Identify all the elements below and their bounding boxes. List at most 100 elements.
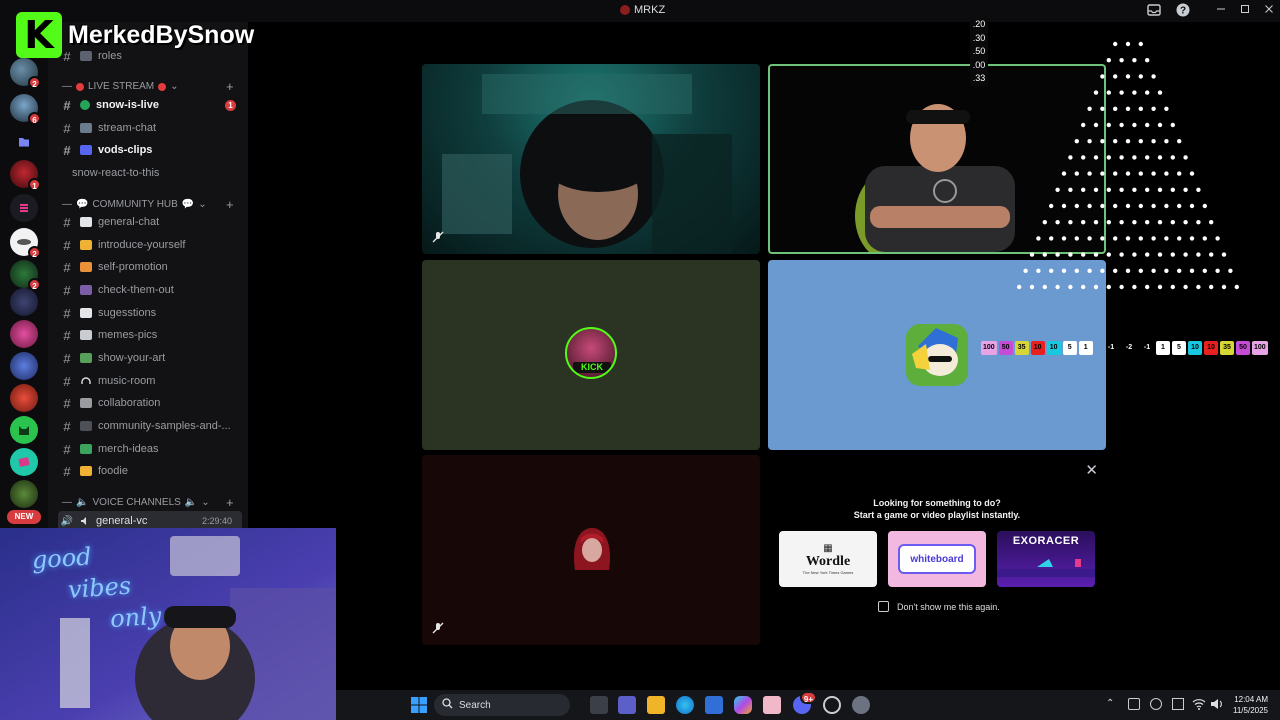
obs-icon[interactable] (823, 696, 841, 714)
chevron-up-icon[interactable]: ⌃ (1106, 698, 1114, 709)
plinko-peg (1106, 90, 1111, 95)
server-icon[interactable]: 2 (10, 260, 41, 291)
channel-item-snow-is-live[interactable]: # snow-is-live 1 (58, 95, 242, 115)
channel-item-collaboration[interactable]: # collaboration (58, 393, 242, 413)
video-tile[interactable]: KICK (422, 260, 760, 450)
server-icon[interactable] (10, 480, 38, 508)
tray-app-icon[interactable] (1128, 698, 1140, 710)
task-view-icon[interactable] (590, 696, 608, 714)
activity-title: EXORACER (1012, 535, 1080, 547)
help-icon[interactable]: ? (1175, 3, 1191, 19)
server-icon[interactable]: 1 (10, 160, 41, 191)
start-icon[interactable] (410, 696, 428, 714)
hash-icon: # (63, 214, 71, 230)
mention-badge: 1 (28, 178, 41, 191)
channel-item-show-your-art[interactable]: # show-your-art (58, 348, 242, 368)
plinko-peg (1145, 187, 1150, 192)
chevron-down-icon: ⌄ (170, 81, 179, 92)
channel-name: foodie (98, 465, 128, 477)
activity-card-whiteboard[interactable]: whiteboard (888, 531, 986, 587)
app-icon[interactable] (763, 696, 781, 714)
channel-item-music-room[interactable]: # music-room (58, 371, 242, 391)
add-channel-icon[interactable]: + (226, 495, 234, 510)
close-window-icon[interactable] (1261, 3, 1277, 19)
plinko-peg (1106, 220, 1111, 225)
plinko-peg (1100, 139, 1105, 144)
inbox-icon[interactable] (1146, 3, 1162, 19)
plinko-peg (1125, 171, 1131, 176)
category-voice-channels[interactable]: — 🔈 VOICE CHANNELS 🔈 ⌄ + (62, 495, 234, 510)
channel-emoji-icon (80, 421, 92, 431)
server-icon[interactable] (10, 448, 38, 476)
teams-icon[interactable] (618, 696, 636, 714)
voice-channel-general-vc[interactable]: 🔊 general-vc 2:29:40 (58, 511, 242, 528)
close-icon[interactable]: ✕ (1085, 461, 1098, 479)
channel-item-self-promotion[interactable]: # self-promotion (58, 257, 242, 277)
hash-icon: # (63, 282, 71, 298)
server-icon[interactable] (10, 320, 38, 348)
server-icon[interactable] (10, 194, 38, 222)
speech-bubble-icon: 💬 (181, 199, 195, 210)
channel-item-snow-react-to-this[interactable]: snow-react-to-this (72, 163, 248, 183)
plinko-peg (1202, 203, 1207, 209)
slot-multiplier: 50 (998, 341, 1013, 355)
file-explorer-icon[interactable] (647, 696, 665, 714)
dont-show-again[interactable]: Don't show me this again. (878, 601, 1000, 612)
copilot-icon[interactable] (734, 696, 752, 714)
channel-sidebar: # roles — LIVE STREAM ⌄ + # snow-is-live… (48, 22, 248, 528)
volume-icon[interactable] (1210, 697, 1224, 715)
plinko-peg (1132, 252, 1137, 257)
plinko-peg (1074, 171, 1079, 176)
store-icon[interactable] (705, 696, 723, 714)
channel-item-stream-chat[interactable]: # stream-chat (58, 118, 242, 138)
settings-gear-icon[interactable] (852, 696, 870, 714)
category-live-stream[interactable]: — LIVE STREAM ⌄ + (62, 79, 234, 94)
channel-item-vods-clips[interactable]: # vods-clips (58, 140, 242, 160)
edge-icon[interactable] (676, 696, 694, 714)
checkbox[interactable] (878, 601, 889, 612)
video-tile[interactable] (422, 64, 760, 254)
add-channel-icon[interactable]: + (226, 79, 234, 94)
server-icon[interactable] (10, 352, 38, 380)
server-icon[interactable] (10, 384, 38, 412)
server-icon[interactable]: 6 (10, 94, 41, 125)
plinko-peg (1221, 284, 1227, 290)
taskbar-search[interactable]: Search (434, 694, 570, 716)
plinko-peg (1209, 220, 1214, 225)
channel-name: music-room (98, 375, 156, 387)
add-channel-icon[interactable]: + (226, 197, 234, 212)
activity-card-wordle[interactable]: ▦ Wordle The New York Times Games (779, 531, 877, 587)
hash-icon: # (63, 418, 71, 434)
wifi-icon[interactable] (1192, 697, 1206, 715)
plinko-peg (1081, 155, 1086, 160)
slot-multiplier: -2 (1125, 344, 1133, 351)
server-icon[interactable] (10, 288, 38, 316)
server-icon[interactable]: 2 (10, 228, 41, 259)
server-icon[interactable] (10, 416, 38, 444)
channel-item-check-them-out[interactable]: # check-them-out (58, 280, 242, 300)
plinko-peg (1093, 122, 1099, 128)
category-community-hub[interactable]: — 💬 COMMUNITY HUB 💬 ⌄ + (62, 197, 234, 212)
server-icon[interactable]: 2 (10, 58, 41, 89)
discord-icon[interactable]: 9+ (793, 691, 817, 714)
channel-item-sugesstions[interactable]: # sugesstions (58, 303, 242, 323)
activity-card-exoracer[interactable]: EXORACER (997, 531, 1095, 587)
plinko-peg (1119, 90, 1124, 95)
video-tile[interactable] (422, 455, 760, 645)
channel-item-foodie[interactable]: # foodie (58, 461, 242, 481)
search-icon (442, 698, 453, 712)
channel-item-merch-ideas[interactable]: # merch-ideas (58, 439, 242, 459)
tray-app-icon[interactable] (1150, 698, 1162, 710)
plinko-peg (1042, 252, 1047, 257)
search-placeholder: Search (459, 699, 491, 711)
channel-item-introduce-yourself[interactable]: # introduce-yourself (58, 235, 242, 255)
folder-icon[interactable] (10, 128, 38, 156)
popup-subheading: Start a game or video playlist instantly… (853, 510, 1021, 520)
channel-item-general-chat[interactable]: # general-chat (58, 212, 242, 232)
minimize-icon[interactable] (1213, 3, 1229, 19)
taskbar-clock[interactable]: 12:04 AM 11/5/2025 (1233, 694, 1268, 716)
maximize-icon[interactable] (1237, 3, 1253, 19)
channel-item-community-samples[interactable]: # community-samples-and-... (58, 416, 242, 436)
channel-item-memes-pics[interactable]: # memes-pics (58, 325, 242, 345)
tray-app-icon[interactable] (1172, 698, 1184, 710)
